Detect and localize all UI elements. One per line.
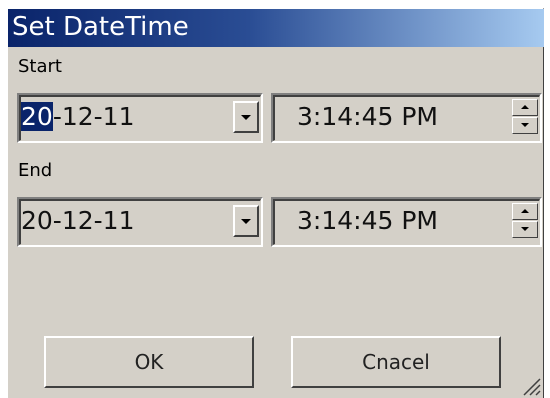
set-datetime-dialog: Set DateTime Start 20-12-11 3:14:45 PM E… xyxy=(7,8,544,398)
ok-button[interactable]: OK xyxy=(44,336,254,388)
end-date-picker[interactable]: 20-12-11 xyxy=(17,197,263,247)
end-date-value[interactable]: 20-12-11 xyxy=(21,206,134,236)
start-time-value[interactable]: 3:14:45 PM xyxy=(297,102,438,132)
start-date-rest: -12-11 xyxy=(52,102,135,131)
arrow-up-icon xyxy=(521,209,529,213)
cancel-button[interactable]: Cnacel xyxy=(291,336,501,388)
start-date-dropdown-button[interactable] xyxy=(233,101,259,133)
start-time-picker[interactable]: 3:14:45 PM xyxy=(271,93,542,143)
arrow-down-icon xyxy=(521,123,529,127)
end-time-value[interactable]: 3:14:45 PM xyxy=(297,206,438,236)
arrow-down-icon xyxy=(521,227,529,231)
chevron-down-icon xyxy=(241,219,251,224)
end-date-dropdown-button[interactable] xyxy=(233,205,259,237)
end-time-spin-up[interactable] xyxy=(512,203,538,220)
chevron-down-icon xyxy=(241,115,251,120)
end-label: End xyxy=(18,160,53,181)
start-time-spin-up[interactable] xyxy=(512,99,538,116)
start-date-value[interactable]: 20-12-11 xyxy=(21,102,134,132)
end-time-spin-down[interactable] xyxy=(512,221,538,238)
start-time-spin-down[interactable] xyxy=(512,117,538,134)
start-date-picker[interactable]: 20-12-11 xyxy=(17,93,263,143)
start-label: Start xyxy=(18,56,62,77)
title-bar[interactable]: Set DateTime xyxy=(8,9,544,47)
window-title: Set DateTime xyxy=(12,12,189,42)
end-time-picker[interactable]: 3:14:45 PM xyxy=(271,197,542,247)
start-date-year-selected[interactable]: 20 xyxy=(21,102,53,131)
resize-grip-icon[interactable] xyxy=(521,376,541,396)
arrow-up-icon xyxy=(521,105,529,109)
